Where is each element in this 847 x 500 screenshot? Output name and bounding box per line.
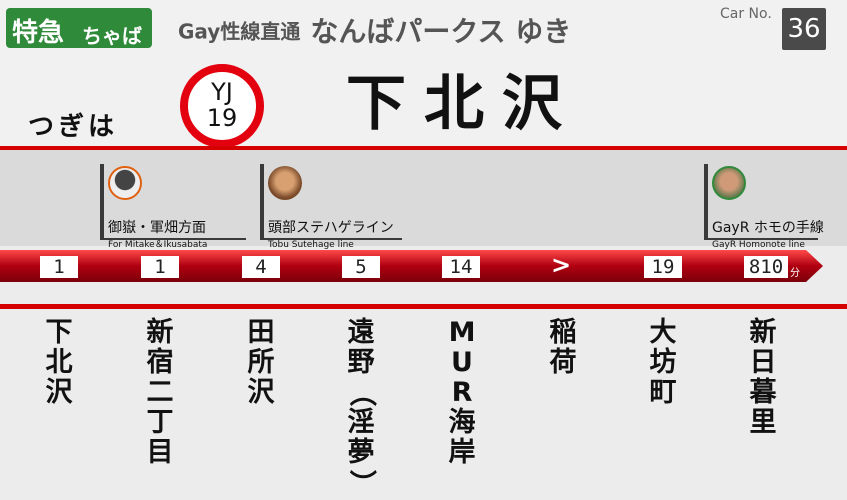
destination-prefix: Gay性線直通: [178, 19, 301, 44]
destination-name: なんばパークス ゆき: [310, 15, 572, 48]
time-to-station: 19: [644, 256, 682, 278]
time-to-station: 14: [442, 256, 480, 278]
train-type-label: 特急: [12, 18, 65, 48]
transfer-item: GayR ホモの手線 GayR Homonote line: [704, 164, 824, 250]
station-name: 下北沢: [346, 69, 580, 139]
train-type-badge: 特急 ちゃば: [6, 8, 152, 48]
station-number-badge: YJ 19: [180, 64, 264, 148]
car-number: 36: [782, 8, 826, 50]
station-label: 遠野（淫夢）: [346, 317, 377, 497]
transfer-jp: GayR ホモの手線: [712, 220, 824, 236]
route-track: 1 1 4 5 14 > 19 810 分: [0, 248, 847, 284]
portrait-icon: [268, 166, 302, 200]
portrait-icon: [712, 166, 746, 200]
station-label: 新宿二丁目: [146, 317, 174, 468]
destination: Gay性線直通 なんばパークス ゆき: [178, 10, 571, 50]
transfer-item: 御嶽・軍畑方面 For Mitake＆Ikusabata: [100, 164, 246, 250]
time-to-station: 1: [40, 256, 78, 278]
station-label: 新日暮里: [749, 317, 777, 438]
separator-arrow: >: [551, 251, 572, 279]
station-label: 稲荷: [549, 317, 577, 378]
next-label: つぎは: [28, 112, 119, 142]
transfer-jp: 頭部ステハゲライン: [268, 220, 394, 236]
station-label: MUR海岸: [448, 317, 476, 468]
train-line-label: ちゃば: [82, 24, 142, 48]
time-to-station: 5: [342, 256, 380, 278]
transfer-jp: 御嶽・軍畑方面: [108, 220, 206, 236]
time-to-station: 810: [744, 256, 788, 278]
portrait-icon: [108, 166, 142, 200]
time-to-station: 4: [242, 256, 280, 278]
station-number: 19: [206, 104, 238, 132]
station-line-code: YJ: [211, 78, 233, 106]
time-to-station: 1: [141, 256, 179, 278]
car-label: Car No.: [720, 6, 772, 22]
transfer-bar: [704, 164, 708, 240]
time-unit: 分: [790, 268, 800, 279]
transfer-bar: [260, 164, 264, 240]
transfer-bar: [100, 164, 104, 240]
track-arrow: [0, 250, 823, 282]
station-label: 田所沢: [247, 317, 275, 408]
transfer-item: 頭部ステハゲライン Tobu Sutehage line: [260, 164, 402, 250]
station-label: 大坊町: [649, 317, 677, 408]
bottom-divider: [0, 304, 847, 309]
transfer-band: 御嶽・軍畑方面 For Mitake＆Ikusabata 頭部ステハゲライン T…: [0, 150, 847, 250]
station-label: 下北沢: [45, 317, 73, 408]
